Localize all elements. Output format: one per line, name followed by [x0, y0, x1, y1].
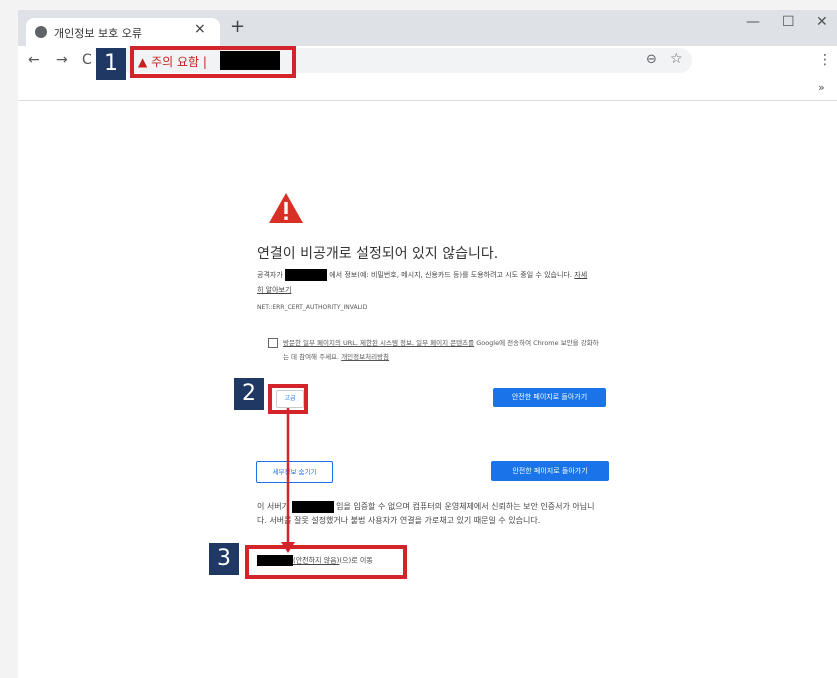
privacy-policy-link[interactable]: 개인정보처리방침 — [341, 353, 389, 361]
optin-link[interactable]: 방문한 일부 페이지의 URL, 제한된 시스템 정보, 일부 페이지 콘텐츠를 — [283, 339, 474, 347]
callout-badge-3: 3 — [209, 543, 239, 575]
tab-close-icon[interactable]: × — [194, 21, 206, 37]
bookmarks-overflow-icon[interactable]: » — [818, 81, 825, 94]
callout-badge-1: 1 — [96, 48, 126, 80]
new-tab-button[interactable]: + — [230, 16, 245, 37]
reload-icon[interactable]: C — [82, 52, 92, 68]
desc-text: 에서 정보(예: 비밀번호, 메시지, 신용카드 등)를 도용하려고 시도 중일… — [329, 271, 573, 279]
bookmarks-bar: » — [18, 76, 837, 101]
optin-checkbox[interactable] — [268, 338, 278, 348]
callout-box-3 — [245, 545, 407, 579]
desc-prefix: 공격자가 — [257, 271, 283, 279]
tab-title: 개인정보 보호 오류 — [54, 27, 142, 40]
redacted-domain — [285, 269, 327, 281]
back-to-safety-button[interactable]: 안전한 페이지로 돌아가기 — [493, 388, 606, 407]
menu-icon[interactable]: ⋮ — [818, 52, 832, 68]
bookmark-star-icon[interactable]: ☆ — [670, 51, 683, 67]
warning-globe-icon — [35, 26, 47, 38]
optin-text: 방문한 일부 페이지의 URL, 제한된 시스템 정보, 일부 페이지 콘텐츠를… — [283, 336, 603, 364]
explanation-text: 이 서버가 임을 입증할 수 없으며 컴퓨터의 운영체제에서 신뢰하는 보안 인… — [257, 500, 597, 528]
back-to-safety-button-2[interactable]: 안전한 페이지로 돌아가기 — [491, 461, 609, 481]
callout-arrow — [281, 408, 295, 553]
back-icon[interactable]: ← — [28, 52, 40, 68]
zoom-icon[interactable]: ⊖ — [646, 52, 657, 67]
page-heading: 연결이 비공개로 설정되어 있지 않습니다. — [257, 246, 499, 262]
close-window-icon[interactable]: ✕ — [816, 14, 828, 30]
error-code: NET::ERR_CERT_AUTHORITY_INVALID — [257, 304, 368, 311]
warning-triangle-icon — [269, 193, 303, 223]
maximize-icon[interactable]: ☐ — [782, 14, 795, 30]
minimize-icon[interactable]: — — [746, 14, 760, 30]
description: 공격자가 에서 정보(예: 비밀번호, 메시지, 신용카드 등)를 도용하려고 … — [257, 268, 592, 298]
callout-box-1 — [130, 46, 296, 78]
callout-badge-2: 2 — [234, 378, 264, 410]
tab-strip: 개인정보 보호 오류 × + — ☐ ✕ — [18, 10, 837, 46]
forward-icon[interactable]: → — [56, 52, 68, 68]
tab-privacy-error[interactable]: 개인정보 보호 오류 × — [26, 18, 220, 46]
